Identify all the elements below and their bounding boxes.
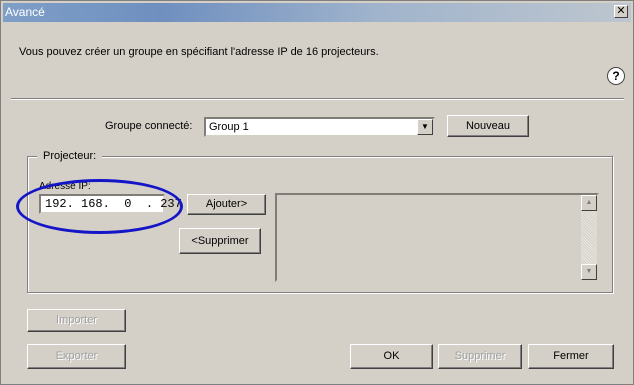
separator bbox=[11, 98, 624, 100]
list-scrollbar[interactable]: ▲ ▼ bbox=[581, 195, 597, 280]
remove-button[interactable]: <Supprimer bbox=[179, 228, 261, 254]
connected-group-dropdown[interactable]: Group 1 ▼ bbox=[204, 117, 435, 137]
arrow-down-icon[interactable]: ▼ bbox=[581, 264, 597, 280]
close-icon[interactable]: ✕ bbox=[614, 5, 628, 18]
new-group-button[interactable]: Nouveau bbox=[447, 115, 529, 137]
window-title: Avancé bbox=[5, 5, 45, 19]
advanced-dialog: Avancé ✕ Vous pouvez créer un groupe en … bbox=[0, 0, 634, 385]
annotation-ellipse bbox=[16, 179, 183, 234]
help-icon[interactable]: ? bbox=[607, 67, 625, 85]
projector-list[interactable]: ▲ ▼ bbox=[275, 193, 599, 282]
ok-button[interactable]: OK bbox=[350, 344, 433, 369]
close-button[interactable]: Fermer bbox=[528, 344, 614, 369]
connected-group-label: Groupe connecté: bbox=[105, 120, 193, 132]
add-button[interactable]: Ajouter> bbox=[187, 194, 266, 215]
export-button[interactable]: Exporter bbox=[27, 344, 126, 369]
chevron-down-icon[interactable]: ▼ bbox=[417, 119, 433, 135]
projector-legend: Projecteur: bbox=[37, 150, 103, 162]
arrow-up-icon[interactable]: ▲ bbox=[581, 195, 597, 211]
delete-button[interactable]: Supprimer bbox=[438, 344, 522, 369]
connected-group-value: Group 1 bbox=[209, 121, 249, 133]
import-button[interactable]: Importer bbox=[27, 309, 126, 332]
intro-text: Vous pouvez créer un groupe en spécifian… bbox=[19, 46, 379, 58]
title-bar[interactable]: Avancé ✕ bbox=[3, 3, 631, 22]
